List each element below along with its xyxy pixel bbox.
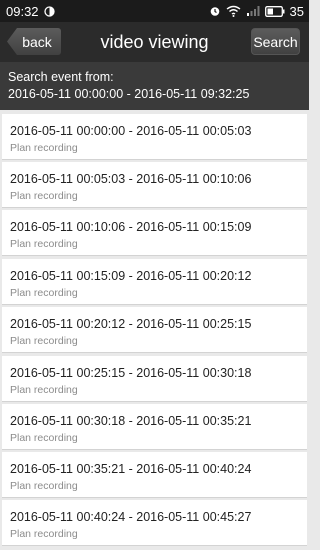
list-item[interactable]: 2016-05-11 00:25:15 - 2016-05-11 00:30:1…: [2, 356, 307, 402]
list-item[interactable]: 2016-05-11 00:35:21 - 2016-05-11 00:40:2…: [2, 452, 307, 498]
event-type: Plan recording: [10, 432, 78, 444]
event-list: 2016-05-11 00:00:00 - 2016-05-11 00:05:0…: [0, 110, 309, 550]
event-type: Plan recording: [10, 335, 78, 347]
event-time-range: 2016-05-11 00:25:15 - 2016-05-11 00:30:1…: [10, 366, 252, 380]
search-button[interactable]: Search: [251, 28, 300, 55]
event-type: Plan recording: [10, 190, 78, 202]
wifi-icon: [226, 5, 241, 17]
event-time-range: 2016-05-11 00:20:12 - 2016-05-11 00:25:1…: [10, 317, 252, 331]
list-item[interactable]: 2016-05-11 00:15:09 - 2016-05-11 00:20:1…: [2, 259, 307, 305]
back-button[interactable]: back: [7, 28, 61, 55]
event-type: Plan recording: [10, 287, 78, 299]
status-bar: 09:32 35: [0, 0, 309, 22]
status-left: 09:32: [6, 4, 55, 19]
clock-half-icon: [43, 5, 55, 17]
status-time: 09:32: [6, 3, 39, 19]
event-time-range: 2016-05-11 00:05:03 - 2016-05-11 00:10:0…: [10, 172, 252, 186]
list-item[interactable]: 2016-05-11 00:40:24 - 2016-05-11 00:45:2…: [2, 500, 307, 546]
event-type: Plan recording: [10, 528, 78, 540]
search-filter: Search event from: 2016-05-11 00:00:00 -…: [0, 62, 309, 110]
list-item[interactable]: 2016-05-11 00:05:03 - 2016-05-11 00:10:0…: [2, 162, 307, 208]
event-time-range: 2016-05-11 00:10:06 - 2016-05-11 00:15:0…: [10, 220, 252, 234]
list-item[interactable]: 2016-05-11 00:20:12 - 2016-05-11 00:25:1…: [2, 307, 307, 353]
event-time-range: 2016-05-11 00:00:00 - 2016-05-11 00:05:0…: [10, 124, 252, 138]
event-time-range: 2016-05-11 00:15:09 - 2016-05-11 00:20:1…: [10, 269, 252, 283]
list-item[interactable]: 2016-05-11 00:10:06 - 2016-05-11 00:15:0…: [2, 210, 307, 256]
signal-icon: [246, 5, 260, 17]
battery-level: 35: [289, 3, 304, 19]
list-item[interactable]: 2016-05-11 00:00:00 - 2016-05-11 00:05:0…: [2, 114, 307, 160]
event-time-range: 2016-05-11 00:30:18 - 2016-05-11 00:35:2…: [10, 414, 252, 428]
event-type: Plan recording: [10, 384, 78, 396]
page-title: video viewing: [100, 31, 209, 52]
filter-label: Search event from:: [8, 70, 114, 84]
status-right: 35: [209, 4, 304, 19]
event-type: Plan recording: [10, 480, 78, 492]
event-time-range: 2016-05-11 00:35:21 - 2016-05-11 00:40:2…: [10, 462, 252, 476]
alarm-icon: [209, 5, 221, 17]
event-time-range: 2016-05-11 00:40:24 - 2016-05-11 00:45:2…: [10, 510, 252, 524]
nav-bar: back video viewing Search: [0, 22, 309, 62]
event-type: Plan recording: [10, 238, 78, 250]
battery-icon: [264, 5, 285, 17]
list-item[interactable]: 2016-05-11 00:30:18 - 2016-05-11 00:35:2…: [2, 404, 307, 450]
event-type: Plan recording: [10, 142, 78, 154]
filter-range: 2016-05-11 00:00:00 - 2016-05-11 09:32:2…: [8, 87, 250, 101]
